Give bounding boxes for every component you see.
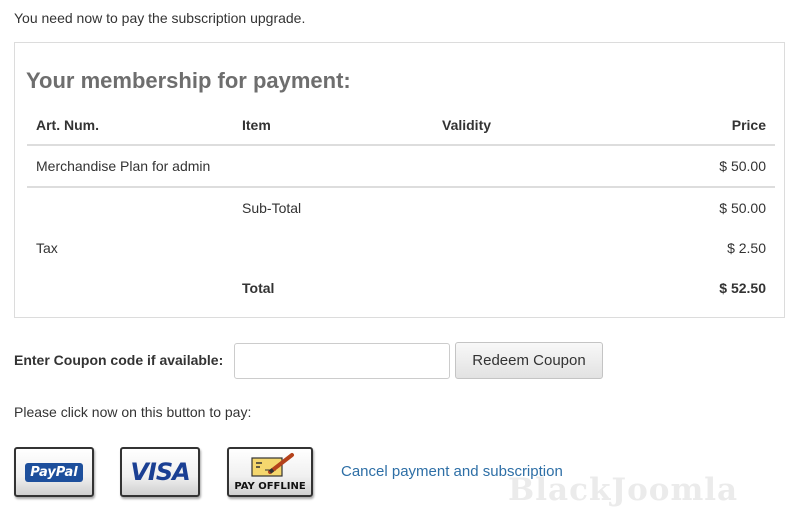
col-price: Price — [731, 117, 766, 133]
col-item: Item — [242, 117, 271, 133]
check-pen-icon — [251, 453, 294, 477]
item-art-num: Merchandise Plan for admin — [36, 158, 211, 174]
item-price: $ 50.00 — [719, 158, 766, 174]
col-art-num: Art. Num. — [36, 117, 99, 133]
intro-text: You need now to pay the subscription upg… — [14, 10, 306, 26]
tax-label: Tax — [36, 240, 58, 256]
subtotal-label: Sub-Total — [242, 200, 302, 216]
visa-logo: VISA — [130, 458, 190, 486]
tax-row: Tax $ 2.50 — [27, 228, 775, 268]
coupon-input[interactable] — [234, 343, 450, 379]
pay-offline-button[interactable]: PAY OFFLINE — [227, 447, 313, 497]
total-row: Total $ 52.50 — [27, 268, 775, 308]
table-row: Merchandise Plan for admin $ 50.00 — [27, 146, 775, 188]
col-validity: Validity — [442, 117, 492, 133]
redeem-coupon-button[interactable]: Redeem Coupon — [455, 342, 603, 379]
total-value: $ 52.50 — [719, 280, 766, 296]
paypal-button[interactable]: PayPal — [14, 447, 94, 497]
coupon-label: Enter Coupon code if available: — [14, 352, 224, 368]
panel-title: Your membership for payment: — [26, 68, 351, 93]
watermark-logo: BlackJoomla — [508, 472, 739, 508]
total-label: Total — [242, 280, 275, 296]
pay-prompt: Please click now on this button to pay: — [14, 404, 252, 420]
subtotal-value: $ 50.00 — [719, 200, 766, 216]
paypal-logo: PayPal — [25, 462, 83, 482]
subtotal-row: Sub-Total $ 50.00 — [27, 188, 775, 228]
visa-button[interactable]: VISA — [120, 447, 200, 497]
tax-value: $ 2.50 — [727, 240, 766, 256]
table-header-row: Art. Num. Item Validity Price — [27, 105, 775, 146]
membership-panel: Your membership for payment: Art. Num. I… — [14, 42, 785, 318]
payment-table: Art. Num. Item Validity Price Merchandis… — [27, 105, 775, 308]
pay-offline-label: PAY OFFLINE — [234, 481, 306, 492]
